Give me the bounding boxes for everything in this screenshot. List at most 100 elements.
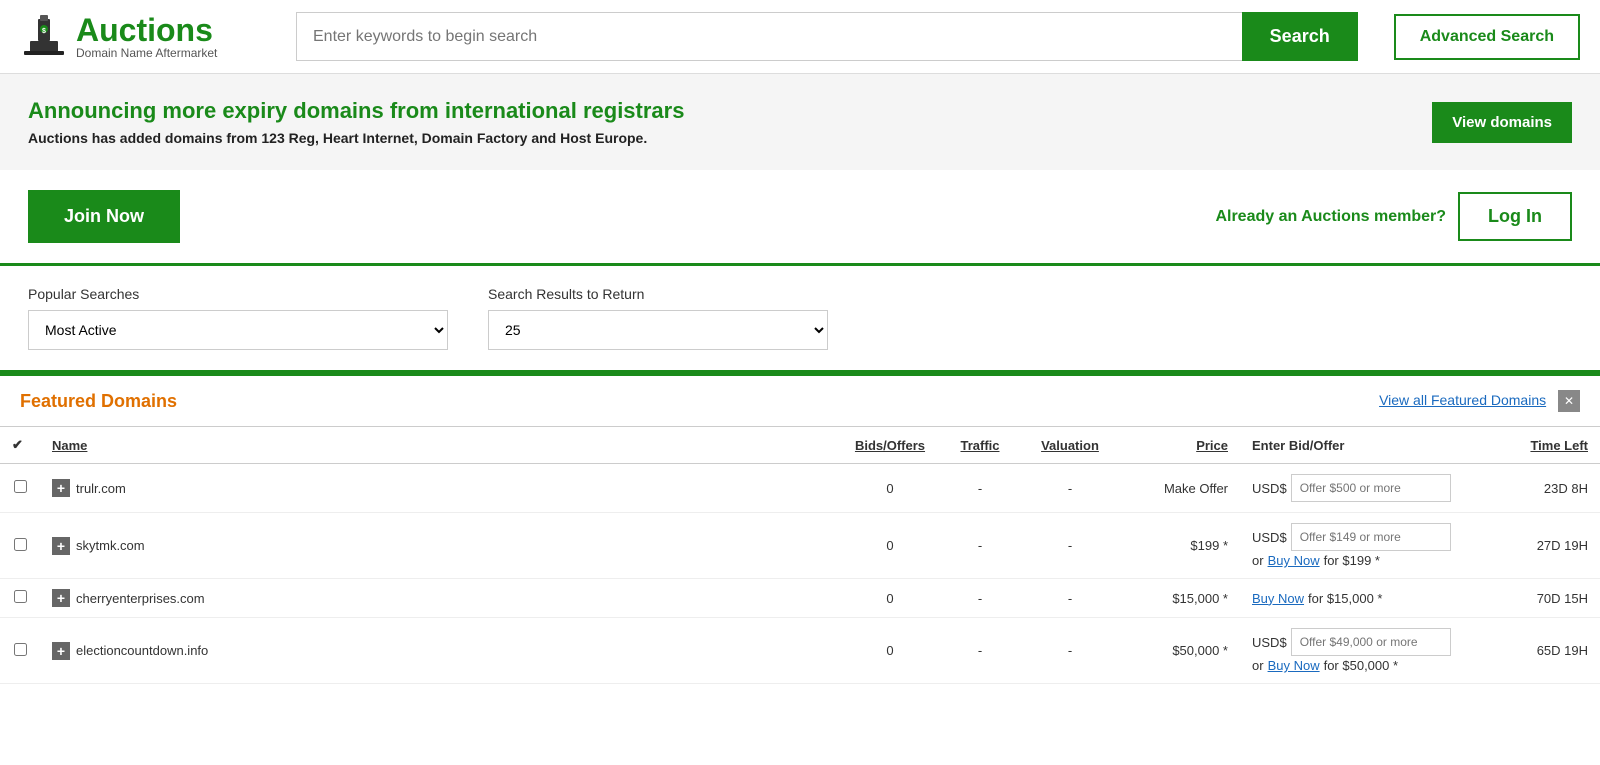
announcement-banner: Announcing more expiry domains from inte… <box>0 74 1600 170</box>
logo-text-group: Auctions Domain Name Aftermarket <box>76 14 217 60</box>
popular-searches-select[interactable]: Most Active Expiring Soon New Arrivals L… <box>28 310 448 350</box>
table-row: +skytmk.com0--$199 *USD$or Buy Now for $… <box>0 513 1600 579</box>
enter-bid-cell: USD$or Buy Now for $50,000 * <box>1240 618 1500 684</box>
row-checkbox-cell <box>0 513 40 579</box>
banner-text: Announcing more expiry domains from inte… <box>28 98 684 146</box>
price-cell: Make Offer <box>1120 464 1240 513</box>
buy-now-price: for $199 * <box>1324 553 1380 568</box>
price-cell: $15,000 * <box>1120 579 1240 618</box>
popular-searches-label: Popular Searches <box>28 286 448 302</box>
view-domains-button[interactable]: View domains <box>1432 102 1572 143</box>
buy-now-link[interactable]: Buy Now <box>1268 658 1320 673</box>
advanced-search-button[interactable]: Advanced Search <box>1394 14 1580 60</box>
close-featured-icon[interactable]: ✕ <box>1558 390 1580 412</box>
domain-link[interactable]: cherryenterprises.com <box>76 591 205 606</box>
bids-cell: 0 <box>840 579 940 618</box>
enter-bid-cell: USD$ or Buy Now for $199 * <box>1240 513 1500 579</box>
domain-link[interactable]: skytmk.com <box>76 538 145 553</box>
th-time-left: Time Left <box>1500 427 1600 464</box>
offer-input[interactable] <box>1291 523 1451 551</box>
domains-table: ✔ Name Bids/Offers Traffic Valuation Pri… <box>0 426 1600 684</box>
buy-now-price: for $50,000 * <box>1324 658 1398 673</box>
enter-bid-cell: USD$ <box>1240 464 1500 513</box>
logo-subtitle: Domain Name Aftermarket <box>76 46 217 60</box>
domain-checkbox[interactable] <box>14 590 27 603</box>
row-checkbox-cell <box>0 464 40 513</box>
expand-icon[interactable]: + <box>52 537 70 555</box>
domain-link[interactable]: electioncountdown.info <box>76 643 208 658</box>
featured-title: Featured Domains <box>20 391 177 412</box>
banner-subtext: Auctions has added domains from 123 Reg,… <box>28 130 684 146</box>
expand-icon[interactable]: + <box>52 479 70 497</box>
valuation-cell: - <box>1020 618 1120 684</box>
time-left-cell: 70D 15H <box>1500 579 1600 618</box>
popular-searches-group: Popular Searches Most Active Expiring So… <box>28 286 448 350</box>
buy-now-link[interactable]: Buy Now <box>1268 553 1320 568</box>
th-checkbox: ✔ <box>0 427 40 464</box>
offer-input[interactable] <box>1291 628 1451 656</box>
table-header-row: ✔ Name Bids/Offers Traffic Valuation Pri… <box>0 427 1600 464</box>
bids-cell: 0 <box>840 464 940 513</box>
already-member-text: Already an Auctions member? <box>1215 208 1446 226</box>
view-all-featured-link[interactable]: View all Featured Domains <box>1379 392 1546 408</box>
logo-area: $ Auctions Domain Name Aftermarket <box>20 13 280 61</box>
th-traffic: Traffic <box>940 427 1020 464</box>
filters-section: Popular Searches Most Active Expiring So… <box>0 263 1600 373</box>
bids-cell: 0 <box>840 618 940 684</box>
expand-icon[interactable]: + <box>52 589 70 607</box>
th-enter-bid: Enter Bid/Offer <box>1240 427 1500 464</box>
traffic-cell: - <box>940 464 1020 513</box>
table-row: +electioncountdown.info0--$50,000 *USD$o… <box>0 618 1600 684</box>
enter-bid-cell: Buy Now for $15,000 * <box>1240 579 1500 618</box>
domain-checkbox[interactable] <box>14 643 27 656</box>
th-bids: Bids/Offers <box>840 427 940 464</box>
valuation-cell: - <box>1020 579 1120 618</box>
offer-input[interactable] <box>1291 474 1451 502</box>
search-button[interactable]: Search <box>1242 12 1358 61</box>
svg-text:$: $ <box>42 28 46 35</box>
results-count-select[interactable]: 10 25 50 100 <box>488 310 828 350</box>
usd-label: USD$ <box>1252 530 1287 545</box>
domain-name-cell: + cherryenterprises.com <box>40 579 840 618</box>
domain-checkbox[interactable] <box>14 480 27 493</box>
search-input[interactable] <box>296 12 1242 61</box>
featured-section: Featured Domains View all Featured Domai… <box>0 373 1600 684</box>
table-row: +cherryenterprises.com0--$15,000 *Buy No… <box>0 579 1600 618</box>
login-button[interactable]: Log In <box>1458 192 1572 241</box>
bids-cell: 0 <box>840 513 940 579</box>
traffic-cell: - <box>940 513 1020 579</box>
th-name: Name <box>40 427 840 464</box>
logo-title: Auctions <box>76 14 217 46</box>
results-count-label: Search Results to Return <box>488 286 828 302</box>
traffic-cell: - <box>940 618 1020 684</box>
buy-now-price: for $15,000 * <box>1308 591 1382 606</box>
time-left-cell: 23D 8H <box>1500 464 1600 513</box>
header: $ Auctions Domain Name Aftermarket Searc… <box>0 0 1600 74</box>
valuation-cell: - <box>1020 513 1120 579</box>
auth-area: Join Now Already an Auctions member? Log… <box>0 170 1600 263</box>
or-label: or <box>1252 553 1264 568</box>
th-valuation: Valuation <box>1020 427 1120 464</box>
featured-actions: View all Featured Domains ✕ <box>1379 390 1580 412</box>
row-checkbox-cell <box>0 618 40 684</box>
buy-now-link[interactable]: Buy Now <box>1252 591 1304 606</box>
featured-header: Featured Domains View all Featured Domai… <box>0 376 1600 426</box>
time-left-cell: 65D 19H <box>1500 618 1600 684</box>
domain-name-cell: + skytmk.com <box>40 513 840 579</box>
search-area: Search <box>296 12 1358 61</box>
domain-checkbox[interactable] <box>14 538 27 551</box>
usd-label: USD$ <box>1252 635 1287 650</box>
check-icon: ✔ <box>12 437 23 452</box>
time-left-cell: 27D 19H <box>1500 513 1600 579</box>
banner-headline: Announcing more expiry domains from inte… <box>28 98 684 124</box>
join-now-button[interactable]: Join Now <box>28 190 180 243</box>
usd-label: USD$ <box>1252 481 1287 496</box>
price-cell: $199 * <box>1120 513 1240 579</box>
login-area: Already an Auctions member? Log In <box>1215 192 1572 241</box>
expand-icon[interactable]: + <box>52 642 70 660</box>
valuation-cell: - <box>1020 464 1120 513</box>
price-cell: $50,000 * <box>1120 618 1240 684</box>
logo-icon: $ <box>20 13 68 61</box>
traffic-cell: - <box>940 579 1020 618</box>
domain-link[interactable]: trulr.com <box>76 481 126 496</box>
